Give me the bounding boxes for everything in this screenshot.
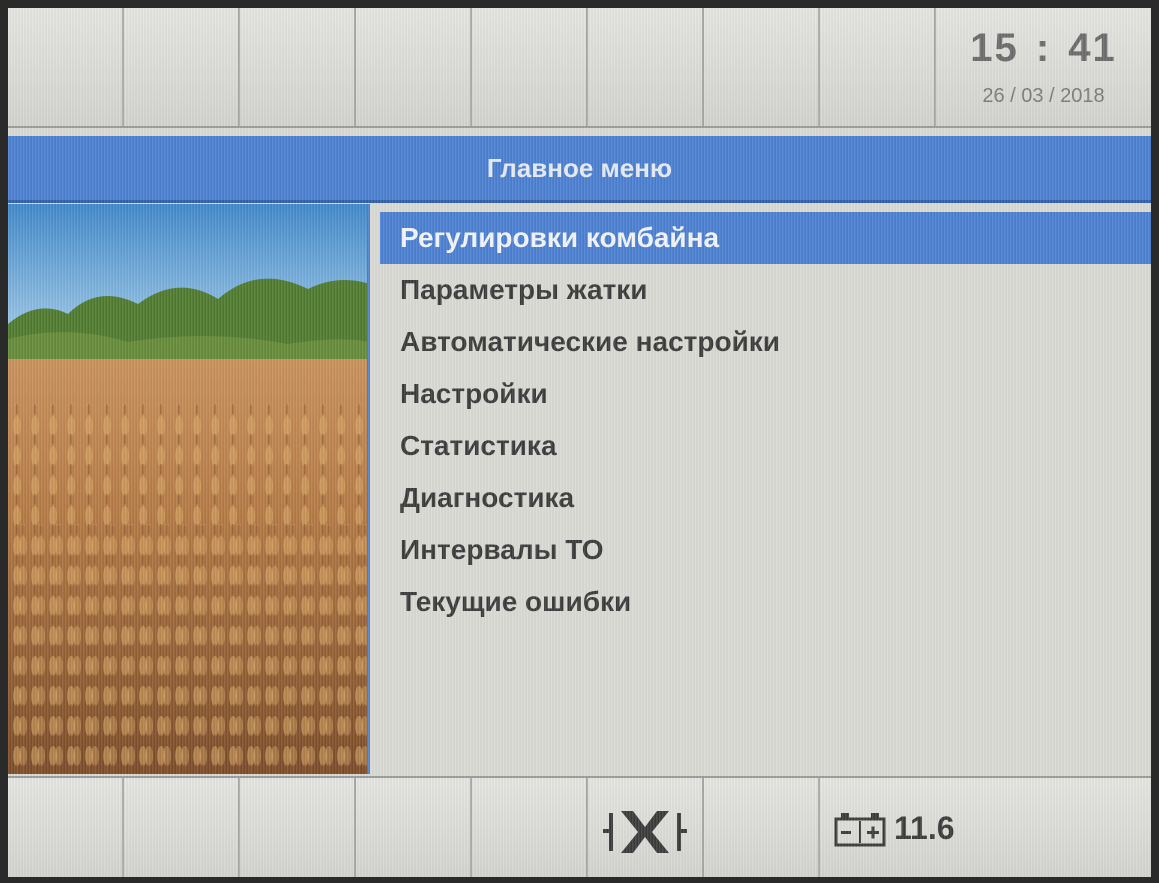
top-softkey-4[interactable] [356, 8, 472, 126]
top-softkey-bar: 15 : 41 26 / 03 / 2018 [8, 8, 1151, 128]
battery-panel: 11.6 [820, 778, 1151, 877]
menu-item-header-parameters[interactable]: Параметры жатки [380, 264, 1151, 316]
bottom-softkey-6[interactable] [588, 778, 704, 877]
main-menu: Регулировки комбайна Параметры жатки Авт… [380, 204, 1151, 774]
bottom-softkey-2[interactable] [124, 778, 240, 877]
top-softkey-3[interactable] [240, 8, 356, 126]
page-title: Главное меню [486, 152, 673, 183]
top-softkey-8[interactable] [820, 8, 936, 126]
top-softkey-7[interactable] [704, 8, 820, 126]
top-softkey-2[interactable] [124, 8, 240, 126]
bottom-softkey-7[interactable] [704, 778, 820, 877]
menu-item-current-errors[interactable]: Текущие ошибки [380, 576, 1151, 628]
clock-date: 26 / 03 / 2018 [982, 85, 1105, 107]
bottom-softkey-4[interactable] [356, 778, 472, 877]
bottom-softkey-3[interactable] [240, 778, 356, 877]
bottom-softkey-bar: 11.6 [8, 776, 1151, 877]
top-softkey-6[interactable] [588, 8, 704, 126]
menu-item-combine-adjustments[interactable]: Регулировки комбайна [380, 212, 1151, 264]
bottom-softkey-1[interactable] [8, 778, 124, 877]
top-softkey-1[interactable] [8, 8, 124, 126]
bottom-softkey-5[interactable] [472, 778, 588, 877]
menu-item-diagnostics[interactable]: Диагностика [380, 472, 1151, 524]
terminal-screen: 15 : 41 26 / 03 / 2018 Главное меню Регу… [8, 8, 1151, 877]
wheat-field-image [8, 204, 370, 774]
menu-item-statistics[interactable]: Статистика [380, 420, 1151, 472]
menu-item-automatic-settings[interactable]: Автоматические настройки [380, 316, 1151, 368]
clock-panel: 15 : 41 26 / 03 / 2018 [936, 8, 1151, 126]
page-title-bar: Главное меню [8, 136, 1151, 203]
top-softkey-5[interactable] [472, 8, 588, 126]
battery-icon [834, 812, 886, 846]
menu-item-service-intervals[interactable]: Интервалы ТО [380, 524, 1151, 576]
clock-time: 15 : 41 [970, 26, 1117, 70]
menu-item-settings[interactable]: Настройки [380, 368, 1151, 420]
header-lock-icon [603, 810, 687, 853]
battery-voltage: 11.6 [894, 810, 955, 846]
